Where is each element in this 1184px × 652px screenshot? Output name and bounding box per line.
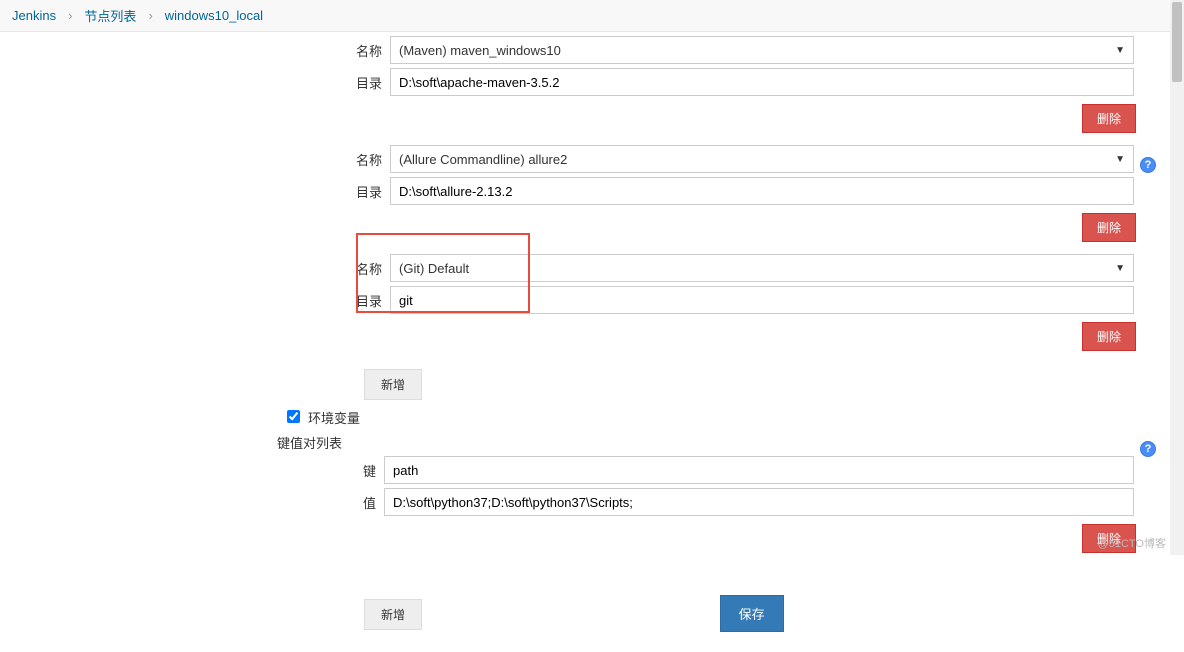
chevron-right-icon: › xyxy=(148,8,152,23)
add-tool-button[interactable]: 新增 xyxy=(364,369,422,400)
chevron-down-icon: ▼ xyxy=(1115,154,1125,165)
env-key-label: 键 xyxy=(0,461,384,480)
watermark: @51CTO博客 xyxy=(1098,535,1166,551)
breadcrumb-link-nodes[interactable]: 节点列表 xyxy=(84,6,136,25)
help-icon[interactable]: ? xyxy=(1140,441,1156,457)
help-icon[interactable]: ? xyxy=(1140,157,1156,173)
kv-list-label: 键值对列表 xyxy=(0,433,350,452)
env-key-input[interactable] xyxy=(384,456,1134,484)
tool-name-select-git[interactable]: (Git) Default ▼ xyxy=(390,254,1134,282)
tool-dir-input-maven[interactable] xyxy=(390,68,1134,96)
env-vars-checkbox[interactable] xyxy=(287,410,300,423)
breadcrumb-link-jenkins[interactable]: Jenkins xyxy=(12,8,56,23)
breadcrumb-link-node-name[interactable]: windows10_local xyxy=(165,8,263,23)
tool-name-value: (Git) Default xyxy=(399,261,469,276)
tool-dir-label: 目录 xyxy=(0,182,390,201)
tool-name-value: (Maven) maven_windows10 xyxy=(399,43,561,58)
chevron-right-icon: › xyxy=(68,8,72,23)
chevron-down-icon: ▼ xyxy=(1115,45,1125,56)
delete-button-git[interactable]: 删除 xyxy=(1082,322,1136,351)
delete-button-maven[interactable]: 删除 xyxy=(1082,104,1136,133)
add-env-button[interactable]: 新增 xyxy=(364,599,422,630)
tool-name-label: 名称 xyxy=(0,259,390,278)
tool-name-select-maven[interactable]: (Maven) maven_windows10 ▼ xyxy=(390,36,1134,64)
main-content: 名称 (Maven) maven_windows10 ▼ 目录 删除 名称 (A… xyxy=(0,36,1184,652)
scrollbar-thumb[interactable] xyxy=(1172,2,1182,82)
tool-dir-input-allure[interactable] xyxy=(390,177,1134,205)
scrollbar-track[interactable] xyxy=(1170,0,1184,555)
delete-button-allure[interactable]: 删除 xyxy=(1082,213,1136,242)
tool-dir-label: 目录 xyxy=(0,73,390,92)
env-value-input[interactable] xyxy=(384,488,1134,516)
tool-name-value: (Allure Commandline) allure2 xyxy=(399,152,567,167)
env-vars-label: 环境变量 xyxy=(308,408,360,427)
tool-dir-label: 目录 xyxy=(0,291,390,310)
tool-name-label: 名称 xyxy=(0,150,390,169)
tool-name-label: 名称 xyxy=(0,41,390,60)
breadcrumb: Jenkins › 节点列表 › windows10_local xyxy=(0,0,1184,32)
tool-dir-input-git[interactable] xyxy=(390,286,1134,314)
tool-name-select-allure[interactable]: (Allure Commandline) allure2 ▼ xyxy=(390,145,1134,173)
save-button[interactable]: 保存 xyxy=(720,595,784,632)
chevron-down-icon: ▼ xyxy=(1115,263,1125,274)
env-value-label: 值 xyxy=(0,493,384,512)
